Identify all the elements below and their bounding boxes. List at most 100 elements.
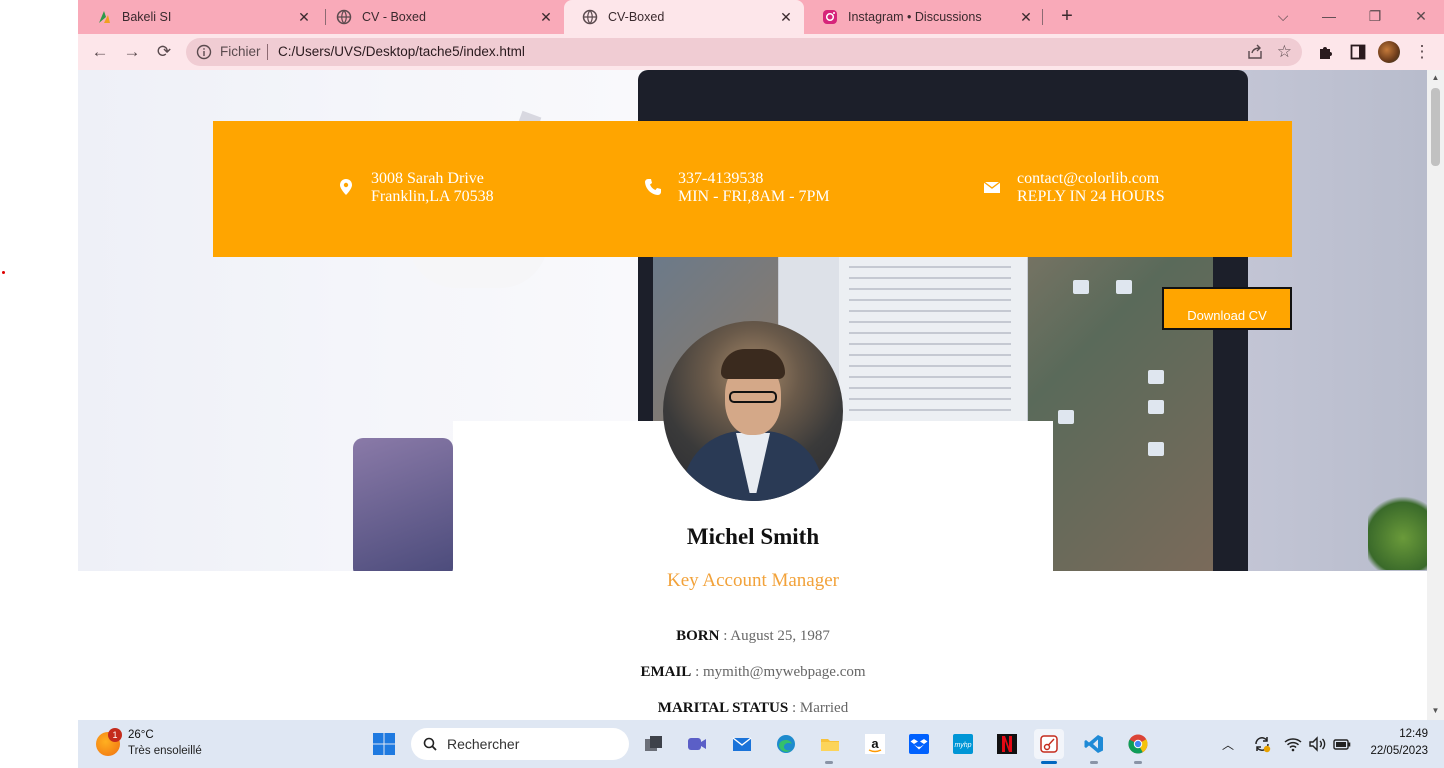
close-icon[interactable]: ✕	[296, 9, 312, 25]
amazon-icon[interactable]: a	[860, 729, 890, 759]
netflix-icon[interactable]	[992, 729, 1022, 759]
volume-icon[interactable]	[1307, 734, 1327, 754]
profile-avatar[interactable]	[1378, 41, 1400, 63]
bakeli-icon	[96, 9, 112, 25]
chevron-up-icon[interactable]: ︿	[1222, 736, 1234, 753]
taskbar: 1 26°C Très ensoleillé Rechercher a myhp…	[78, 720, 1444, 768]
close-window-icon[interactable]: ✕	[1409, 5, 1433, 27]
minimize-icon[interactable]: —	[1317, 5, 1341, 27]
address-bar[interactable]: Fichier C:/Users/UVS/Desktop/tache5/inde…	[186, 38, 1302, 66]
tab-cv-boxed-active[interactable]: CV-Boxed ✕	[564, 0, 804, 34]
phone-hours: MIN - FRI,8AM - 7PM	[678, 188, 830, 205]
info-email: EMAIL : mymith@mywebpage.com	[453, 664, 1053, 681]
sync-update-icon[interactable]	[1252, 734, 1272, 754]
address-url[interactable]: C:/Users/UVS/Desktop/tache5/index.html	[278, 44, 525, 59]
info-icon[interactable]	[196, 44, 212, 60]
contact-email: contact@colorlib.com REPLY IN 24 HOURS	[983, 170, 1165, 206]
born-separator: :	[719, 628, 731, 644]
clock-date[interactable]: 22/05/2023	[1354, 745, 1428, 757]
side-panel-icon[interactable]	[1347, 41, 1369, 63]
windows-start-icon[interactable]	[372, 732, 396, 756]
contact-phone: 337-4139538 MIN - FRI,8AM - 7PM	[644, 170, 830, 206]
scroll-up-arrow-icon[interactable]: ▲	[1431, 73, 1440, 82]
globe-icon	[582, 9, 598, 25]
chrome-icon[interactable]	[1123, 729, 1153, 759]
restore-icon[interactable]: ❐	[1363, 5, 1387, 27]
vscode-icon[interactable]	[1079, 729, 1109, 759]
email-label: EMAIL	[640, 664, 692, 680]
desktop-folder-icon	[1073, 280, 1089, 294]
battery-icon[interactable]	[1332, 734, 1352, 754]
phone-number: 337-4139538	[678, 170, 764, 187]
svg-text:myhp: myhp	[954, 742, 971, 749]
close-icon[interactable]: ✕	[1018, 9, 1034, 25]
photo-hair	[721, 349, 785, 379]
profile-role: Key Account Manager	[667, 570, 839, 591]
contact-bar: 3008 Sarah Drive Franklin,LA 70538 337-4…	[213, 121, 1292, 257]
tab-label: Instagram • Discussions	[848, 10, 982, 24]
email-value: mymith@mywebpage.com	[702, 664, 866, 680]
dropbox-icon[interactable]	[904, 729, 934, 759]
desktop-folder-icon	[1148, 370, 1164, 384]
desktop-folder-icon	[1058, 410, 1074, 424]
photo-glasses	[729, 391, 777, 403]
tab-label: Bakeli SI	[122, 10, 172, 24]
running-indicator	[1134, 761, 1142, 764]
menu-kebab-icon[interactable]: ⋮	[1411, 41, 1433, 63]
close-icon[interactable]: ✕	[778, 9, 794, 25]
forward-arrow-icon[interactable]: →	[121, 41, 143, 63]
page-viewport: 3008 Sarah Drive Franklin,LA 70538 337-4…	[78, 70, 1427, 720]
tab-cv-boxed[interactable]: CV - Boxed ✕	[318, 0, 564, 34]
scroll-thumb[interactable]	[1431, 88, 1440, 166]
address-line-1: 3008 Sarah Drive	[371, 170, 484, 187]
page-scrollbar[interactable]: ▲ ▼	[1427, 70, 1444, 720]
browser-window: Bakeli SI ✕ CV - Boxed ✕ CV-Boxed ✕ Inst…	[78, 0, 1444, 720]
edge-icon[interactable]	[771, 729, 801, 759]
file-explorer-icon[interactable]	[815, 729, 845, 759]
address-scheme-label: Fichier	[220, 44, 261, 59]
myhp-icon[interactable]: myhp	[948, 729, 978, 759]
extensions-puzzle-icon[interactable]	[1315, 41, 1337, 63]
info-born: BORN : August 25, 1987	[453, 628, 1053, 645]
desktop-folder-icon	[1116, 280, 1132, 294]
tab-separator	[1042, 9, 1043, 25]
wifi-icon[interactable]	[1283, 734, 1303, 754]
desktop-cursor-dot	[2, 271, 5, 274]
snipping-tool-icon[interactable]	[1034, 729, 1064, 759]
search-icon	[423, 737, 437, 751]
weather-temperature: 26°C	[128, 729, 154, 741]
back-arrow-icon[interactable]: ←	[89, 41, 111, 63]
phone-icon	[644, 178, 662, 196]
tab-instagram[interactable]: Instagram • Discussions ✕	[804, 0, 1044, 34]
profile-name: Michel Smith	[686, 524, 820, 549]
weather-widget[interactable]: 1 26°C Très ensoleillé	[96, 728, 236, 762]
teams-meet-icon[interactable]	[682, 729, 712, 759]
plant	[1368, 490, 1427, 570]
clock-time[interactable]: 12:49	[1368, 728, 1428, 740]
email-address[interactable]: contact@colorlib.com	[1017, 170, 1165, 188]
mail-icon[interactable]	[727, 729, 757, 759]
marital-value: Married	[799, 700, 849, 716]
share-icon[interactable]	[1246, 43, 1264, 61]
active-indicator	[1041, 761, 1057, 764]
map-pin-icon	[337, 178, 355, 196]
bookmark-star-icon[interactable]: ☆	[1277, 42, 1292, 62]
marital-label: MARITAL STATUS	[657, 700, 789, 716]
task-view-icon[interactable]	[638, 729, 668, 759]
notification-badge: 1	[108, 728, 122, 742]
instagram-icon	[822, 9, 838, 25]
tab-label: CV - Boxed	[362, 10, 426, 24]
browser-toolbar: ← → ⟳ Fichier C:/Users/UVS/Desktop/tache…	[78, 34, 1444, 70]
close-icon[interactable]: ✕	[538, 9, 554, 25]
scroll-down-arrow-icon[interactable]: ▼	[1431, 706, 1440, 715]
desktop-folder-icon	[1148, 400, 1164, 414]
born-label: BORN	[676, 628, 720, 644]
tab-bakeli[interactable]: Bakeli SI ✕	[78, 0, 322, 34]
tab-search-chevron-icon[interactable]: ⌵	[1271, 5, 1295, 27]
tab-label: CV-Boxed	[608, 10, 665, 24]
new-tab-button[interactable]: +	[1056, 6, 1078, 28]
download-cv-button[interactable]: Download CV	[1162, 287, 1292, 330]
reload-icon[interactable]: ⟳	[153, 41, 175, 63]
tablet-device	[353, 438, 453, 571]
taskbar-search-box[interactable]: Rechercher	[411, 728, 629, 760]
